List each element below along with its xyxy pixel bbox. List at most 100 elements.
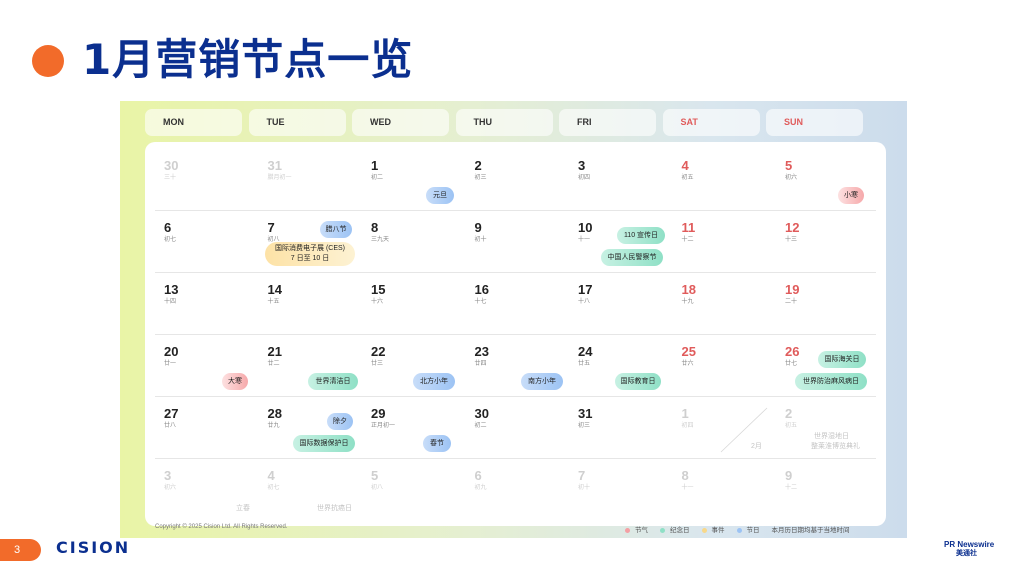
event-snow-day: 世界清洁日: [308, 373, 358, 390]
ghost-event-cancer: 世界抗癌日: [317, 505, 352, 512]
prnewswire-logo-cn: 美通社: [956, 550, 977, 557]
day-cell: 9 初十: [475, 210, 578, 272]
day-number: 20: [164, 344, 179, 359]
day-cell: 16 十七: [475, 272, 578, 334]
lunar-date: 初五: [785, 423, 798, 429]
day-cell: 8 十一: [682, 458, 785, 520]
weekday-header-sun: SUN: [766, 109, 863, 136]
lunar-date: 十二: [785, 485, 798, 491]
day-cell: 6 初九: [475, 458, 578, 520]
day-number: 10: [578, 220, 593, 235]
day-number: 8: [681, 468, 689, 483]
day-number: 2: [474, 158, 482, 173]
day-cell: 31 腊月初一: [268, 148, 371, 210]
day-number: 5: [785, 158, 793, 173]
ghost-event-2: 整莱淮博览典礼: [811, 443, 860, 450]
day-number: 19: [785, 282, 800, 297]
day-number: 1: [371, 158, 379, 173]
row-divider: [155, 458, 876, 459]
day-number: 24: [578, 344, 593, 359]
lunar-date: 廿一: [164, 361, 177, 367]
day-number: 7: [578, 468, 586, 483]
legend-label: 事件: [711, 527, 725, 534]
event-education-day: 国际教育日: [615, 373, 661, 390]
legend-label: 节日: [746, 527, 760, 534]
lunar-date: 十一: [681, 485, 694, 491]
legend-item: 纪念日: [660, 527, 690, 534]
event-110: 110 宣传日: [617, 227, 665, 244]
weekday-header-mon: MON: [145, 109, 242, 136]
copyright-text: Copyright © 2025 Cision Ltd. All Rights …: [155, 524, 288, 530]
lunar-date: 正月初一: [371, 423, 396, 429]
day-number: 3: [578, 158, 586, 173]
ghost-event-wetlands: 世界湿地日: [814, 433, 849, 440]
lunar-date: 廿八: [164, 423, 177, 429]
lunar-date: 十六: [371, 299, 384, 305]
day-cell: 2 初三: [475, 148, 578, 210]
row-divider: [155, 396, 876, 397]
day-number: 4: [267, 468, 275, 483]
day-cell: 5 初六: [785, 148, 888, 210]
row-divider: [155, 334, 876, 335]
weekday-header-sat: SAT: [662, 109, 760, 136]
lunar-date: 廿二: [267, 361, 280, 367]
lunar-date: 腊月初一: [267, 175, 292, 181]
day-cell: 19 二十: [785, 272, 888, 334]
day-number: 31: [267, 158, 282, 173]
row-divider: [155, 210, 876, 211]
day-cell: 11 十二: [682, 210, 785, 272]
day-number: 26: [785, 344, 800, 359]
day-cell: 31 初三: [578, 396, 681, 458]
lunar-date: 十七: [474, 299, 487, 305]
event-customs-day: 国际海关日: [818, 351, 866, 368]
day-cell: 3 初六: [164, 458, 267, 520]
weekday-header-fri: FRI: [559, 109, 656, 136]
lunar-date: 初四: [681, 423, 694, 429]
legend-label: 节气: [635, 527, 648, 534]
day-cell: 29 正月初一: [371, 396, 474, 458]
event-privacy-day: 国际数据保护日: [293, 435, 355, 452]
lunar-date: 初六: [785, 175, 798, 181]
lunar-date: 十四: [164, 299, 177, 305]
lunar-date: 廿六: [681, 361, 694, 367]
day-cell: 5 初八: [371, 458, 474, 520]
day-number: 13: [164, 282, 179, 297]
day-number: 12: [785, 220, 800, 235]
lunar-date: 廿三: [371, 361, 384, 367]
lunar-date: 初六: [164, 485, 177, 491]
day-cell: 4 初五: [682, 148, 785, 210]
lunar-date: 十一: [578, 237, 591, 243]
lunar-date: 初五: [681, 175, 694, 181]
day-cell: 8 三九天: [371, 210, 474, 272]
day-cell: 30 三十: [164, 148, 267, 210]
legend: 节气 纪念日 事件 节日 本月历日期均基于当地时间: [625, 524, 850, 534]
day-number: 9: [474, 220, 482, 235]
event-ces-line2: 7 日至 10 日: [290, 255, 330, 262]
lunar-date: 初三: [578, 423, 591, 429]
page-title: 1月营销节点一览: [82, 35, 414, 84]
legend-dot: [625, 527, 630, 533]
title-bullet-dot: [32, 45, 64, 77]
lunar-date: 二十: [785, 299, 798, 305]
day-number: 6: [164, 220, 172, 235]
lunar-date: 廿四: [474, 361, 487, 367]
ghost-event-lichun: 立春: [236, 505, 250, 512]
lunar-date: 廿七: [785, 361, 798, 367]
day-cell: 30 初二: [475, 396, 578, 458]
legend-dot: [660, 527, 665, 533]
day-cell: 15 十六: [371, 272, 474, 334]
day-number: 14: [267, 282, 282, 297]
lunar-date: 初十: [474, 237, 487, 243]
legend-dot: [736, 527, 742, 533]
lunar-date: 初十: [578, 485, 591, 491]
day-number: 21: [267, 344, 282, 359]
event-yuandan: 元旦: [426, 187, 454, 204]
event-xiaohan: 小寒: [838, 187, 864, 204]
lunar-date: 十三: [785, 237, 798, 243]
day-number: 1: [681, 406, 689, 421]
day-number: 16: [474, 282, 489, 297]
lunar-date: 十二: [681, 237, 694, 243]
legend-item: 节气: [625, 527, 648, 534]
lunar-date: 初三: [474, 175, 487, 181]
lunar-date: 初二: [474, 423, 487, 429]
